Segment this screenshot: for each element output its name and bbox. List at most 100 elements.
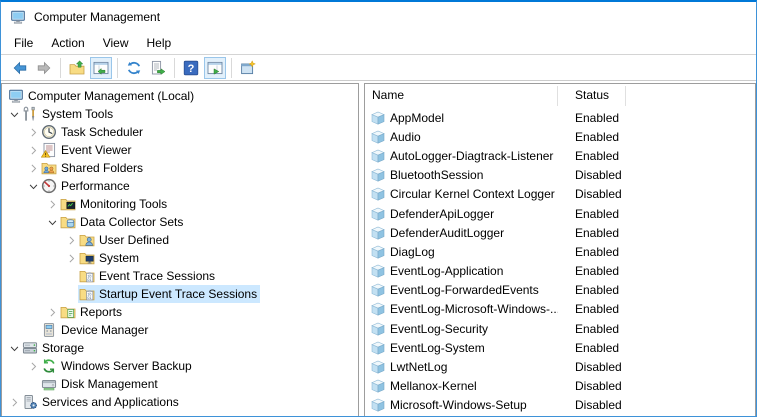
storage-icon (22, 340, 38, 356)
help-button[interactable]: ? (180, 57, 202, 79)
trace-session-icon (370, 378, 386, 394)
export-list-button[interactable] (147, 57, 169, 79)
computer-icon (8, 88, 24, 104)
list-row-defenderauditlogger[interactable]: DefenderAuditLogger Enabled (365, 223, 755, 242)
tree-item-event-viewer[interactable]: Event Viewer (2, 141, 358, 159)
refresh-icon (126, 60, 142, 76)
list-row-diaglog[interactable]: DiagLog Enabled (365, 242, 755, 261)
tree-item-user-defined[interactable]: User Defined (2, 231, 358, 249)
console-window-icon (240, 60, 256, 76)
event-viewer-icon (41, 142, 57, 158)
toolbar-separator (231, 58, 232, 78)
tree-item-windows-server-backup[interactable]: Windows Server Backup (2, 357, 358, 375)
action-pane-icon (207, 60, 223, 76)
chevron-down-icon[interactable] (7, 341, 21, 355)
tree-item-shared-folders[interactable]: Shared Folders (2, 159, 358, 177)
menu-view[interactable]: View (94, 32, 138, 54)
list-row-lwtnetlog[interactable]: LwtNetLog Disabled (365, 357, 755, 376)
disk-management-icon (41, 376, 57, 392)
console-tree-pane: Computer Management (Local) System Tools… (1, 83, 359, 416)
services-icon (22, 394, 38, 410)
server-backup-icon (41, 358, 57, 374)
chevron-down-icon[interactable] (7, 107, 21, 121)
tree-item-monitoring-tools[interactable]: Monitoring Tools (2, 195, 358, 213)
trace-session-icon (370, 148, 386, 164)
menu-bar: FileActionViewHelp (1, 32, 756, 55)
export-list-icon (150, 60, 166, 76)
chevron-right-icon[interactable] (26, 143, 40, 157)
trace-session-icon (370, 340, 386, 356)
tree-item-services-and-applications[interactable]: Services and Applications (2, 393, 358, 411)
tree-item-event-trace-sessions[interactable]: 1001 Event Trace Sessions (2, 267, 358, 285)
back-button[interactable] (9, 57, 31, 79)
refresh-button[interactable] (123, 57, 145, 79)
tree-item-system[interactable]: System (2, 249, 358, 267)
show-console-tree-button[interactable] (90, 57, 112, 79)
chevron-right-icon[interactable] (7, 395, 21, 409)
chevron-right-icon[interactable] (26, 359, 40, 373)
trace-session-icon (370, 186, 386, 202)
chevron-right-icon[interactable] (26, 161, 40, 175)
list-row-defenderapilogger[interactable]: DefenderApiLogger Enabled (365, 204, 755, 223)
chevron-right-icon[interactable] (45, 197, 59, 211)
list-row-mellanox-kernel[interactable]: Mellanox-Kernel Disabled (365, 377, 755, 396)
chevron-down-icon[interactable] (26, 179, 40, 193)
chevron-right-icon[interactable] (45, 305, 59, 319)
svg-text:?: ? (188, 63, 195, 75)
tree-item-system-tools[interactable]: System Tools (2, 105, 358, 123)
reports-icon (60, 304, 76, 320)
chevron-right-icon[interactable] (64, 251, 78, 265)
computer-icon (10, 9, 26, 25)
menu-help[interactable]: Help (138, 32, 181, 54)
trace-session-icon (370, 397, 386, 413)
list-row-circular-kernel-context-logger[interactable]: Circular Kernel Context Logger Disabled (365, 185, 755, 204)
details-pane: NameStatus AppModel Enabled Audio Enable… (364, 83, 756, 416)
list-row-autologger-diagtrack-listener[interactable]: AutoLogger-Diagtrack-Listener Enabled (365, 146, 755, 165)
list-body: AppModel Enabled Audio Enabled AutoLogge… (365, 108, 755, 415)
tree-item-task-scheduler[interactable]: Task Scheduler (2, 123, 358, 141)
user-defined-icon (79, 232, 95, 248)
trace-session-icon (370, 321, 386, 337)
tree-item-data-collector-sets[interactable]: Data Collector Sets (2, 213, 358, 231)
tree-item-device-manager[interactable]: Device Manager (2, 321, 358, 339)
tree-item-disk-management[interactable]: Disk Management (2, 375, 358, 393)
tree-item-computer-management-local[interactable]: Computer Management (Local) (2, 87, 358, 105)
menu-action[interactable]: Action (42, 32, 93, 54)
toolbar: ? (1, 55, 756, 81)
chevron-right-icon[interactable] (26, 125, 40, 139)
expander-spacer (26, 323, 40, 337)
column-header-status[interactable]: Status (558, 86, 626, 106)
list-row-bluetoothsession[interactable]: BluetoothSession Disabled (365, 166, 755, 185)
device-manager-icon (41, 322, 57, 338)
console-window-button[interactable] (237, 57, 259, 79)
tree-item-startup-event-trace-sessions[interactable]: 1001 Startup Event Trace Sessions (2, 285, 358, 303)
event-trace-icon: 1001 (79, 286, 95, 302)
forward-button[interactable] (33, 57, 55, 79)
list-row-eventlog-system[interactable]: EventLog-System Enabled (365, 338, 755, 357)
list-row-eventlog-forwardedevents[interactable]: EventLog-ForwardedEvents Enabled (365, 281, 755, 300)
list-row-microsoft-windows-setup[interactable]: Microsoft-Windows-Setup Disabled (365, 396, 755, 415)
system-folder-icon (79, 250, 95, 266)
up-one-level-button[interactable] (66, 57, 88, 79)
tree-item-storage[interactable]: Storage (2, 339, 358, 357)
show-action-pane-button[interactable] (204, 57, 226, 79)
main-area: Computer Management (Local) System Tools… (1, 81, 756, 416)
toolbar-separator (60, 58, 61, 78)
expander-spacer (64, 269, 78, 283)
tree-item-performance[interactable]: Performance (2, 177, 358, 195)
list-row-eventlog-application[interactable]: EventLog-Application Enabled (365, 262, 755, 281)
chevron-down-icon[interactable] (45, 215, 59, 229)
chevron-right-icon[interactable] (64, 233, 78, 247)
list-row-audio[interactable]: Audio Enabled (365, 127, 755, 146)
toolbar-separator (117, 58, 118, 78)
task-scheduler-icon (41, 124, 57, 140)
list-row-eventlog-microsoft-windows[interactable]: EventLog-Microsoft-Windows-... Enabled (365, 300, 755, 319)
menu-file[interactable]: File (5, 32, 42, 54)
list-row-appmodel[interactable]: AppModel Enabled (365, 108, 755, 127)
trace-session-icon (370, 110, 386, 126)
column-header-name[interactable]: Name (365, 86, 558, 106)
trace-session-icon (370, 206, 386, 222)
svg-text:01: 01 (87, 278, 91, 282)
tree-item-reports[interactable]: Reports (2, 303, 358, 321)
list-row-eventlog-security[interactable]: EventLog-Security Enabled (365, 319, 755, 338)
